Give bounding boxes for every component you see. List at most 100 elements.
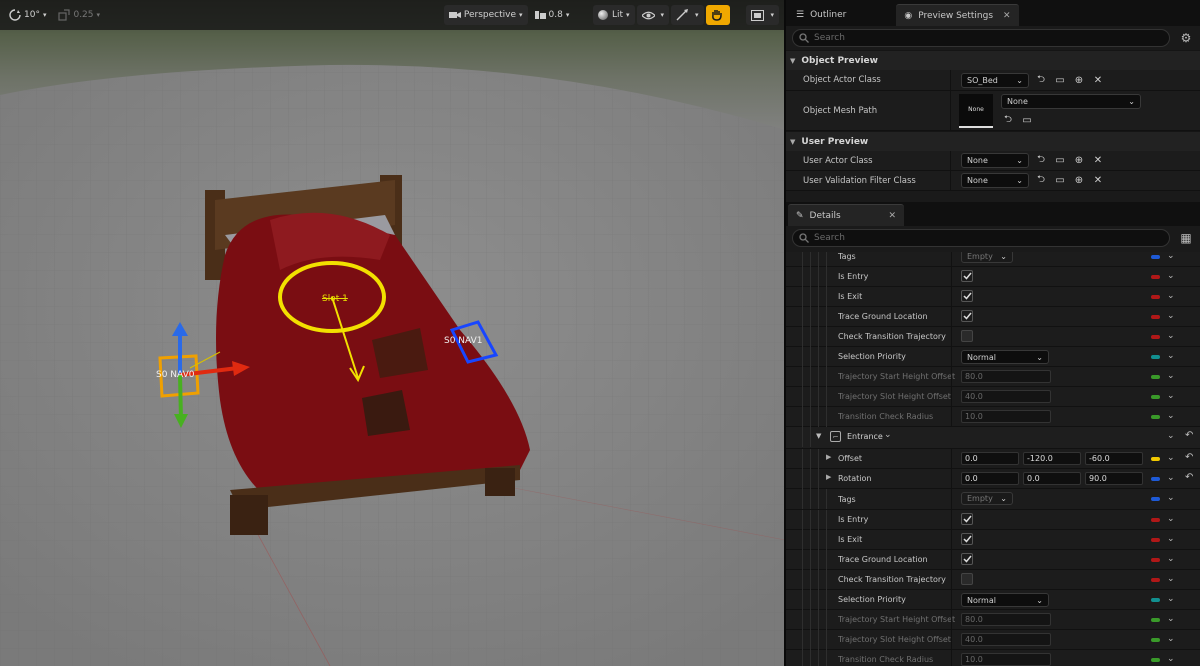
rotation-x-field[interactable]: 0.0 (961, 472, 1019, 485)
realtime-toggle-button[interactable] (705, 5, 730, 25)
reset-arrow-icon[interactable]: ↶ (1185, 452, 1193, 463)
use-selected-icon[interactable]: ⮌ (1001, 113, 1015, 127)
traj-slot-field[interactable]: 40.0 (961, 390, 1051, 403)
browse-folder-icon[interactable]: ▭ (1053, 73, 1067, 87)
transform-tools-button[interactable]: ▾ (671, 5, 704, 25)
transition-radius-value: 10.0 (965, 412, 983, 421)
chevron-right-icon[interactable]: ▶ (826, 453, 831, 461)
entrance-traj-slot-field[interactable]: 40.0 (961, 633, 1051, 646)
tab-preview-settings[interactable]: ◉ Preview Settings ✕ (896, 4, 1019, 26)
add-icon[interactable]: ⊕ (1072, 174, 1086, 188)
type-pill (1151, 658, 1160, 662)
reset-arrow-icon[interactable]: ↶ (1185, 430, 1193, 441)
user-actor-class-dropdown[interactable]: None ⌄ (961, 153, 1029, 168)
trace-ground-checkbox[interactable] (961, 310, 973, 322)
chevron-down-icon[interactable]: ⌄ (1167, 391, 1175, 401)
chevron-down-icon[interactable]: ⌄ (1167, 252, 1175, 261)
offset-x-field[interactable]: 0.0 (961, 452, 1019, 465)
clear-icon[interactable]: ✕ (1091, 73, 1105, 87)
entrance-tags-dropdown[interactable]: Empty ⌄ (961, 492, 1013, 505)
chevron-down-icon[interactable]: ⌄ (1167, 291, 1175, 301)
chevron-down-icon[interactable]: ⌄ (1167, 453, 1175, 463)
tab-details[interactable]: ✎ Details ✕ (788, 204, 904, 226)
chevron-down-icon[interactable]: ⌄ (1167, 493, 1175, 503)
entrance-trace-ground-checkbox[interactable] (961, 553, 973, 565)
reset-arrow-icon[interactable]: ↶ (1185, 472, 1193, 483)
add-icon[interactable]: ⊕ (1072, 154, 1086, 168)
traj-start-field[interactable]: 80.0 (961, 370, 1051, 383)
chevron-down-icon[interactable]: ⌄ (1167, 634, 1175, 644)
mesh-path-dropdown[interactable]: None ⌄ (1001, 94, 1141, 109)
close-icon[interactable]: ✕ (1003, 11, 1011, 21)
entrance-selection-priority-dropdown[interactable]: Normal ⌄ (961, 593, 1049, 607)
chevron-down-icon: ▾ (96, 11, 101, 19)
view-mode-button[interactable]: Perspective ▾ (443, 5, 528, 25)
preview-search-input[interactable]: Search (792, 29, 1170, 47)
offset-z-field[interactable]: -60.0 (1085, 452, 1143, 465)
lighting-mode-button[interactable]: Lit ▾ (592, 5, 635, 25)
entrance-is-exit-checkbox[interactable] (961, 533, 973, 545)
tab-outliner[interactable]: ☰ Outliner (788, 4, 854, 26)
tags-dropdown[interactable]: Empty ⌄ (961, 252, 1013, 263)
chevron-down-icon[interactable]: ⌄ (1167, 431, 1175, 441)
use-selected-icon[interactable]: ⮌ (1034, 154, 1048, 168)
chevron-down-icon[interactable]: ⌄ (1167, 614, 1175, 624)
chevron-down-icon[interactable]: ⌄ (1167, 351, 1175, 361)
traj-slot-row: Trajectory Slot Height Offset 40.0 ⌄ (786, 387, 1200, 407)
chevron-down-icon[interactable]: ⌄ (1167, 654, 1175, 664)
view-mode-label: Perspective (463, 10, 516, 20)
chevron-right-icon[interactable]: ▶ (826, 473, 831, 481)
viewport-layout-button[interactable]: ▾ (746, 5, 779, 25)
use-selected-icon[interactable]: ⮌ (1034, 73, 1048, 87)
entrance-transition-radius-field[interactable]: 10.0 (961, 653, 1051, 666)
table-view-icon[interactable]: ▦ (1178, 230, 1194, 246)
mesh-thumbnail[interactable]: None (959, 93, 993, 128)
use-selected-icon[interactable]: ⮌ (1034, 174, 1048, 188)
chevron-down-icon[interactable]: ⌄ (1167, 271, 1175, 281)
details-search-input[interactable]: Search (792, 229, 1170, 247)
chevron-down-icon[interactable]: ⌄ (1167, 534, 1175, 544)
section-user-preview[interactable]: ▼ User Preview (786, 131, 1200, 151)
rotation-snap-button[interactable]: 10° ▾ (4, 5, 51, 25)
chevron-down-icon: ▼ (816, 432, 822, 440)
entrance-is-entry-checkbox[interactable] (961, 513, 973, 525)
check-transition-checkbox[interactable] (961, 330, 973, 342)
is-exit-checkbox[interactable] (961, 290, 973, 302)
close-icon[interactable]: ✕ (888, 211, 896, 221)
rotation-y-field[interactable]: 0.0 (1023, 472, 1081, 485)
add-icon[interactable]: ⊕ (1072, 73, 1086, 87)
indent-guides (786, 287, 832, 307)
camera-speed-button[interactable]: 0.8 ▾ (530, 5, 575, 25)
clear-icon[interactable]: ✕ (1091, 174, 1105, 188)
clear-icon[interactable]: ✕ (1091, 154, 1105, 168)
rotation-z-field[interactable]: 90.0 (1085, 472, 1143, 485)
object-actor-class-dropdown[interactable]: SO_Bed ⌄ (961, 72, 1029, 88)
entrance-traj-start-field[interactable]: 80.0 (961, 613, 1051, 626)
column-divider (951, 630, 952, 650)
nav1-label: S0 NAV1 (444, 336, 483, 346)
section-object-preview[interactable]: ▼ Object Preview (786, 50, 1200, 70)
scale-snap-button[interactable]: 0.25 ▾ (53, 5, 105, 25)
chevron-down-icon[interactable]: ⌄ (1167, 594, 1175, 604)
entrance-check-transition-checkbox[interactable] (961, 573, 973, 585)
chevron-down-icon[interactable]: ⌄ (1167, 514, 1175, 524)
browse-folder-icon[interactable]: ▭ (1053, 154, 1067, 168)
chevron-down-icon[interactable]: ⌄ (1167, 473, 1175, 483)
chevron-down-icon[interactable]: ⌄ (1167, 574, 1175, 584)
entrance-header-row[interactable]: ▼ ⌐ Entrance ⌄ ⌄ ↶ (786, 427, 1200, 449)
gear-icon[interactable]: ⚙ (1178, 30, 1194, 46)
chevron-down-icon[interactable]: ⌄ (1167, 554, 1175, 564)
chevron-down-icon[interactable]: ⌄ (1167, 311, 1175, 321)
user-filter-class-dropdown[interactable]: None ⌄ (961, 173, 1029, 188)
chevron-down-icon[interactable]: ⌄ (1167, 331, 1175, 341)
browse-folder-icon[interactable]: ▭ (1053, 174, 1067, 188)
show-flags-button[interactable]: ▾ (636, 5, 670, 25)
is-entry-checkbox[interactable] (961, 270, 973, 282)
offset-y-field[interactable]: -120.0 (1023, 452, 1081, 465)
chevron-down-icon[interactable]: ⌄ (1167, 411, 1175, 421)
browse-folder-icon[interactable]: ▭ (1020, 113, 1034, 127)
level-viewport[interactable]: Slot 1 S0 NAV0 S0 NAV1 10° ▾ 0.25 ▾ Perspe… (0, 0, 785, 666)
selection-priority-dropdown[interactable]: Normal ⌄ (961, 350, 1049, 364)
transition-radius-field[interactable]: 10.0 (961, 410, 1051, 423)
chevron-down-icon[interactable]: ⌄ (1167, 371, 1175, 381)
